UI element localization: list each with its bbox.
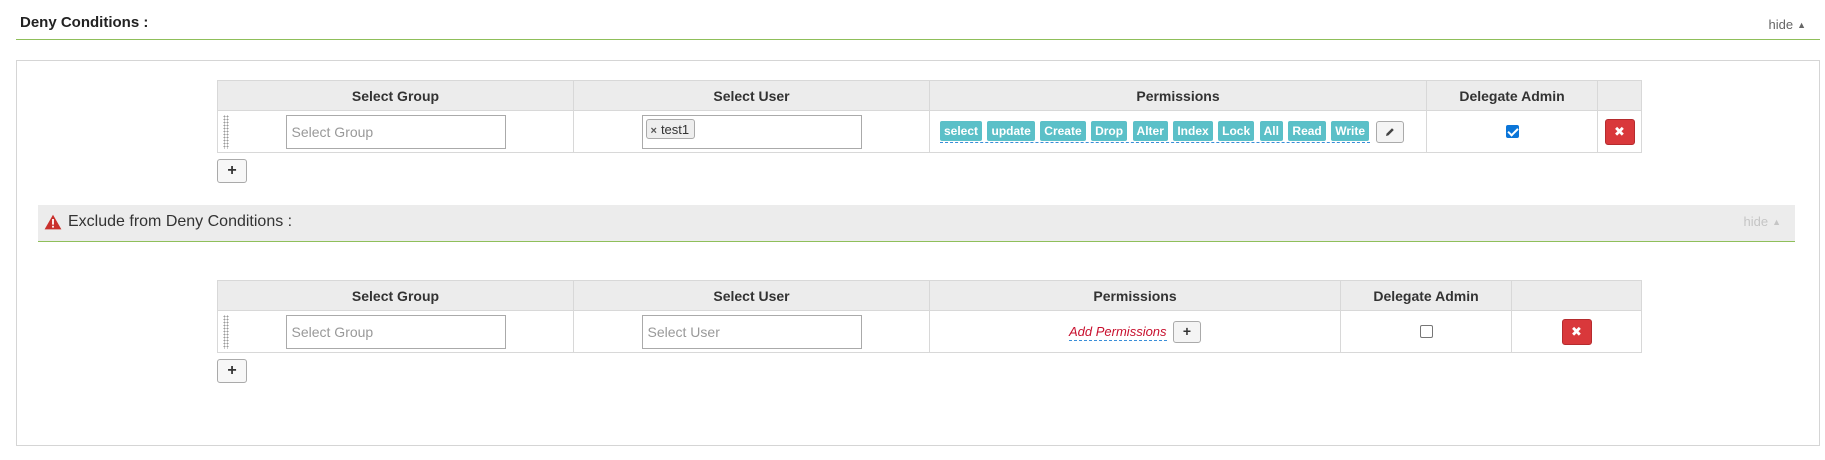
permission-tag-create: Create [1040,120,1086,141]
exclude-hide-toggle[interactable]: hide ▲ [1744,214,1782,229]
permission-tag-index: Index [1173,120,1213,141]
hide-label: hide [1743,214,1769,229]
exclude-conditions-table: Select Group Select User Permissions Del… [217,280,1642,353]
deny-hide-toggle[interactable]: hide ▲ [1769,17,1807,32]
table-row: Select Group Select User Add Permissions… [217,310,1642,353]
select-group-input[interactable]: Select Group [285,114,506,149]
column-header-permissions: Permissions [929,280,1341,311]
add-permissions-button[interactable]: + [1173,320,1201,343]
drag-handle[interactable] [223,315,229,349]
plus-icon: + [1182,322,1192,339]
permission-tag-all: All [1259,120,1283,141]
permission-tag-alter: Alter [1132,120,1168,141]
column-header-permissions: Permissions [929,80,1427,111]
table-row: Select Group × test1 select update Create… [217,110,1642,153]
permissions-tags[interactable]: select update Create Drop Alter Index Lo… [940,120,1370,143]
add-deny-row-button[interactable]: + [217,159,247,183]
column-header-select-group: Select Group [217,80,574,111]
user-tag-label: test1 [660,121,690,137]
column-header-select-user: Select User [573,280,930,311]
column-header-actions [1597,80,1642,111]
exclude-conditions-title: Exclude from Deny Conditions : [68,213,293,230]
permission-tag-drop: Drop [1091,120,1128,141]
permission-tag-write: Write [1331,120,1369,141]
column-header-delegate-admin: Delegate Admin [1426,80,1598,111]
delegate-admin-checkbox[interactable] [1419,324,1433,338]
pencil-icon [1386,127,1395,136]
permission-tag-select: select [940,120,983,141]
actions-cell: ✖ [1511,310,1642,353]
permission-tag-read: Read [1288,120,1326,141]
remove-tag-icon[interactable]: × [651,125,657,137]
column-header-select-group: Select Group [217,280,574,311]
column-header-delegate-admin: Delegate Admin [1340,280,1512,311]
permission-tag-update: update [987,120,1035,141]
group-cell: Select Group [217,110,574,153]
edit-permissions-button[interactable] [1376,120,1405,143]
column-header-select-user: Select User [573,80,930,111]
select-user-input[interactable]: × test1 [641,114,862,149]
table-header-row: Select Group Select User Permissions Del… [217,280,1642,311]
delete-row-button[interactable]: ✖ [1604,118,1635,145]
deny-conditions-title: Deny Conditions : [20,14,149,31]
delete-row-button[interactable]: ✖ [1561,318,1592,345]
column-header-actions [1511,280,1642,311]
select-user-input[interactable]: Select User [641,314,862,349]
drag-handle[interactable] [223,115,229,149]
user-cell: × test1 [573,110,930,153]
caret-up-icon: ▲ [1772,217,1781,227]
permissions-cell: select update Create Drop Alter Index Lo… [929,110,1427,153]
delegate-admin-cell [1426,110,1598,153]
deny-conditions-header: Deny Conditions : hide ▲ [16,8,1820,40]
add-exclude-row-button[interactable]: + [217,359,247,383]
actions-cell: ✖ [1597,110,1642,153]
delegate-admin-checkbox[interactable] [1505,124,1519,138]
hide-label: hide [1768,17,1794,32]
user-cell: Select User [573,310,930,353]
permission-tag-lock: Lock [1218,120,1255,141]
close-icon: ✖ [1614,123,1625,139]
warning-triangle-icon [44,214,62,230]
group-cell: Select Group [217,310,574,353]
exclude-conditions-header: Exclude from Deny Conditions : hide ▲ [38,205,1795,242]
deny-conditions-table: Select Group Select User Permissions Del… [217,80,1642,153]
select-group-input[interactable]: Select Group [285,314,506,349]
close-icon: ✖ [1571,323,1582,339]
user-tag: × test1 [645,118,696,139]
delegate-admin-cell [1340,310,1512,353]
add-permissions-link[interactable]: Add Permissions [1069,324,1167,341]
caret-up-icon: ▲ [1797,20,1806,30]
permissions-cell: Add Permissions + [929,310,1341,353]
table-header-row: Select Group Select User Permissions Del… [217,80,1642,111]
